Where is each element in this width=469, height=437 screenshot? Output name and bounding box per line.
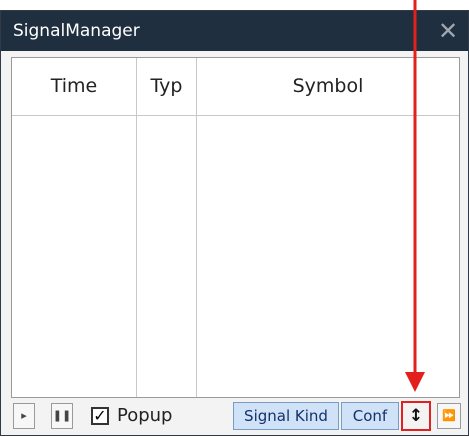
- conf-button[interactable]: Conf: [341, 402, 399, 430]
- column-header-typ[interactable]: Typ: [137, 58, 196, 115]
- column-header-time[interactable]: Time: [12, 58, 136, 115]
- table-header: Time Typ Symbol: [12, 58, 459, 116]
- title-bar[interactable]: SignalManager ✕: [1, 11, 468, 51]
- close-icon[interactable]: ✕: [432, 15, 464, 47]
- pause-button[interactable]: ❚❚: [51, 403, 73, 429]
- resize-button[interactable]: ↕: [401, 401, 431, 431]
- window-title: SignalManager: [13, 21, 140, 41]
- column-divider: [196, 58, 197, 397]
- column-header-symbol[interactable]: Symbol: [197, 58, 459, 115]
- signal-kind-button[interactable]: Signal Kind: [233, 402, 339, 430]
- signals-table: Time Typ Symbol: [11, 57, 460, 398]
- column-divider: [136, 58, 137, 397]
- signal-manager-window: SignalManager ✕ Time Typ Symbol ▸ ❚❚ ✓ P…: [0, 10, 469, 436]
- play-icon: ▸: [21, 409, 27, 422]
- pause-icon: ❚❚: [52, 409, 72, 422]
- fast-forward-icon: ⏩: [442, 409, 456, 422]
- resize-vertical-icon: ↕: [408, 406, 424, 426]
- fast-forward-button[interactable]: ⏩: [437, 403, 461, 429]
- popup-checkbox[interactable]: ✓: [91, 407, 109, 425]
- popup-label: Popup: [117, 405, 173, 426]
- play-button[interactable]: ▸: [13, 403, 35, 429]
- bottom-toolbar: ▸ ❚❚ ✓ Popup Signal Kind Conf ↕ ⏩: [1, 401, 468, 437]
